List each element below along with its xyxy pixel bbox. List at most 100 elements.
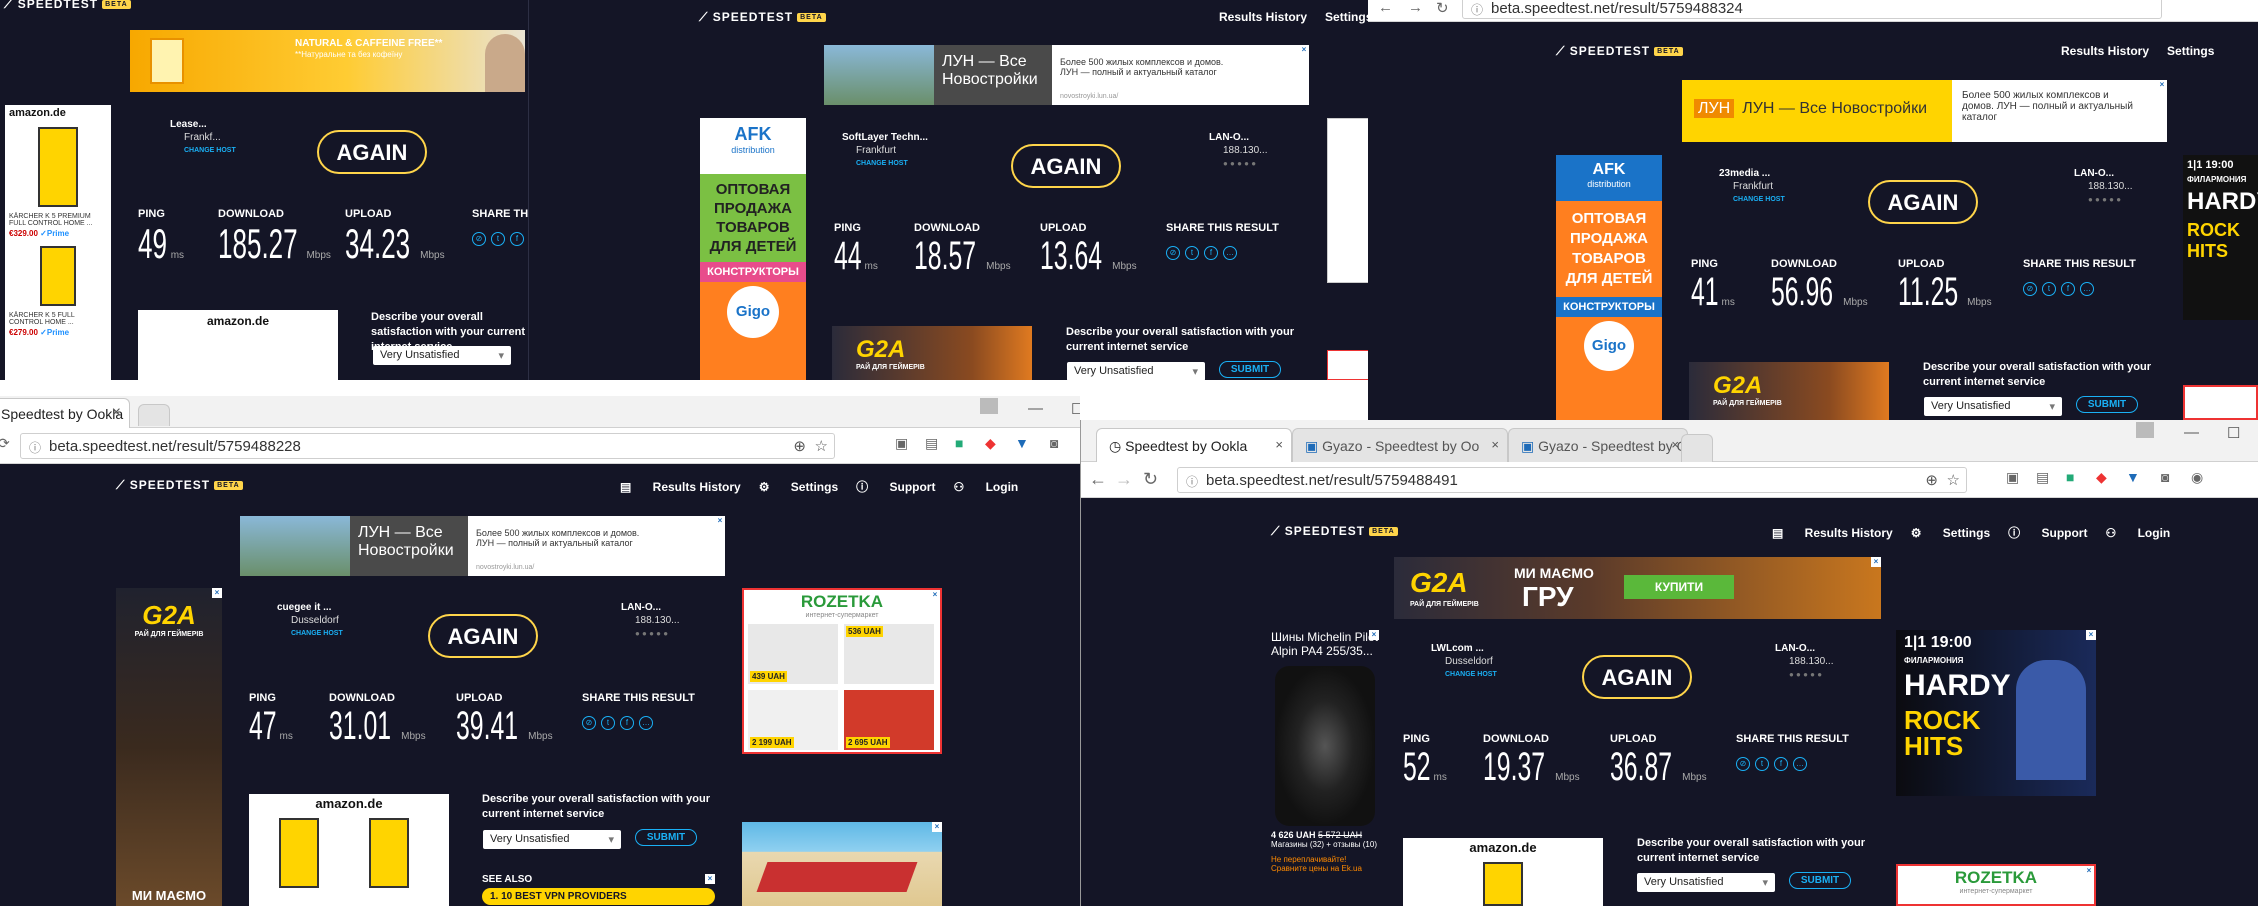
amazon-karcher-ad[interactable]: amazon.de [1403, 838, 1603, 906]
tab-close-icon[interactable]: × [112, 404, 121, 422]
satisfaction-select[interactable]: Very Unsatisfied ▾ [1924, 397, 2062, 416]
red-side-ad[interactable] [2183, 385, 2258, 420]
amazon-side-ad[interactable]: amazon.de KÄRCHER K 5 PREMIUM FULL CONTR… [5, 105, 111, 380]
amazon-bottom-ad[interactable]: amazon.de [138, 310, 338, 380]
facebook-icon[interactable]: f [620, 716, 634, 730]
settings-link[interactable]: ⚙ Settings [1911, 526, 1990, 540]
again-button[interactable]: AGAIN [1011, 144, 1121, 188]
buy-button[interactable]: КУПИТИ [1624, 575, 1734, 599]
reload-icon[interactable]: ↻ [1436, 0, 1449, 17]
mi-maemo-strip[interactable]: МИ МАЄМО [116, 888, 222, 906]
g2a-banner-ad[interactable]: G2A РАЙ ДЛЯ ГЕЙМЕРІВ МИ МАЄМО ГРУ КУПИТИ… [1394, 557, 1881, 619]
karcher-side-ad[interactable] [1327, 118, 1368, 283]
results-history-link[interactable]: ▤ Results History [1772, 526, 1893, 540]
change-host-link[interactable]: CHANGE HOST [1431, 668, 1497, 681]
tab-close-icon[interactable]: × [1491, 437, 1499, 452]
back-icon[interactable]: ← [1089, 469, 1107, 490]
extension-icon-5[interactable]: ▼ [2126, 469, 2140, 485]
twitter-icon[interactable]: t [2042, 282, 2056, 296]
settings-link[interactable]: Settings [1325, 10, 1368, 24]
ad-close-icon[interactable]: × [1299, 45, 1309, 55]
hardy-concert-ad[interactable]: 1|1 19:00 ФИЛАРМОНИЯ HARDY ROCK HITS [2183, 155, 2258, 320]
facebook-icon[interactable]: f [2061, 282, 2075, 296]
again-button[interactable]: AGAIN [1868, 180, 1978, 224]
speedtest-logo[interactable]: ⟋ SPEEDTEST BETA [699, 10, 826, 25]
change-host-link[interactable]: CHANGE HOST [842, 157, 928, 170]
bookmark-star-icon[interactable]: ☆ [815, 437, 828, 455]
again-button[interactable]: AGAIN [1582, 655, 1692, 699]
extension-icon-3[interactable]: ■ [2066, 469, 2074, 485]
link-icon[interactable]: ⊘ [1166, 246, 1180, 260]
lun-ad[interactable]: ЛУН ЛУН — Все Новостройки Более 500 жилых… [1682, 80, 2167, 142]
url-field[interactable]: ⓘ beta.speedtest.net/result/5759488324 [1462, 0, 2162, 19]
speedtest-logo[interactable]: ⟋ SPEEDTEST BETA [116, 478, 243, 493]
link-icon[interactable]: ⊘ [1736, 757, 1750, 771]
facebook-icon[interactable]: f [510, 232, 524, 246]
extension-icon-5[interactable]: ▼ [1015, 435, 1029, 451]
extension-icon-4[interactable]: ◆ [2096, 469, 2107, 486]
speedtest-logo[interactable]: ⟋ SPEEDTEST BETA [1556, 44, 1683, 59]
more-icon[interactable]: … [1793, 757, 1807, 771]
hardy-concert-ad[interactable]: 1|1 19:00 ФИЛАРМОНИЯ HARDY ROCK HITS × [1896, 630, 2096, 796]
tab-close-icon[interactable]: × [1671, 437, 1679, 452]
lun-ad[interactable]: ЛУН — Все Новостройки Более 500 жилых ко… [240, 516, 725, 576]
extension-icon-2[interactable]: ▤ [2036, 469, 2049, 486]
minimize-icon[interactable]: — [1028, 400, 1043, 417]
forward-icon[interactable]: → [1115, 469, 1133, 490]
support-link[interactable]: ⓘ Support [2008, 526, 2087, 540]
submit-button[interactable]: SUBMIT [635, 829, 697, 846]
results-history-link[interactable]: Results History [1219, 10, 1307, 24]
speedtest-logo[interactable]: ⟋ SPEEDTEST BETA [4, 0, 131, 12]
link-icon[interactable]: ⊘ [2023, 282, 2037, 296]
twitter-icon[interactable]: t [491, 232, 505, 246]
more-icon[interactable]: … [2080, 282, 2094, 296]
satisfaction-select[interactable]: Very Unsatisfied ▾ [1067, 362, 1205, 380]
change-host-link[interactable]: CHANGE HOST [277, 627, 343, 640]
extension-icon-2[interactable]: ▤ [925, 435, 938, 452]
camera-icon[interactable]: ◙ [1050, 435, 1058, 451]
submit-button[interactable]: SUBMIT [1219, 361, 1281, 378]
back-icon[interactable]: ← [1378, 0, 1393, 16]
settings-link[interactable]: Settings [2167, 44, 2214, 58]
results-history-link[interactable]: Results History [2061, 44, 2149, 58]
afk-ad[interactable]: AFK distribution ОПТОВАЯ ПРОДАЖА ТОВАРОВ … [700, 118, 806, 380]
forward-icon[interactable]: → [1408, 0, 1423, 16]
satisfaction-select[interactable]: Very Unsatisfied ▾ [483, 830, 621, 849]
ad-close-icon[interactable]: × [212, 588, 222, 598]
user-icon[interactable] [980, 398, 998, 414]
rozetka-ad[interactable]: ROZETKA интернет-супермаркет × [1896, 864, 2096, 906]
rating-stars[interactable]: ● ● ● ● ● [621, 627, 679, 640]
extension-icon-1[interactable]: ▣ [2006, 469, 2019, 486]
rating-stars[interactable]: ● ● ● ● ● [1775, 668, 1833, 681]
afk-ad[interactable]: AFK distribution ОПТОВАЯ ПРОДАЖА ТОВАРОВ … [1556, 155, 1662, 420]
ad-natural-banner[interactable]: NATURAL & CAFFEINE FREE** **Натуральне т… [130, 30, 525, 92]
g2a-side-ad[interactable]: G2A РАЙ ДЛЯ ГЕЙМЕРІВ × [116, 588, 222, 906]
white-side-ad[interactable] [1327, 350, 1368, 380]
camera-icon[interactable]: ◙ [2161, 469, 2169, 485]
g2a-ad[interactable]: G2A РАЙ ДЛЯ ГЕЙМЕРІВ [832, 326, 1032, 380]
rating-stars[interactable]: ● ● ● ● ● [1209, 157, 1267, 170]
minimize-icon[interactable]: — [2184, 424, 2199, 441]
extension-icon-1[interactable]: ▣ [895, 435, 908, 452]
more-icon[interactable]: … [1223, 246, 1237, 260]
url-field[interactable]: ⓘ beta.speedtest.net/result/5759488228 ⊕ ☆ [20, 433, 835, 459]
tab-close-icon[interactable]: × [1275, 437, 1283, 452]
support-link[interactable]: ⓘ Support [856, 480, 935, 494]
zoom-icon[interactable]: ⊕ [1925, 471, 1938, 489]
lun-ad[interactable]: ЛУН — Все Новостройки Более 500 жилых ко… [824, 45, 1309, 105]
ad-close-icon[interactable]: × [705, 874, 715, 884]
more-icon[interactable]: … [639, 716, 653, 730]
link-icon[interactable]: ⊘ [472, 232, 486, 246]
tire-ad[interactable]: Шины Michelin Pilot Alpin PA4 255/35... … [1271, 630, 1379, 906]
tab-speedtest[interactable]: Speedtest by Ookla × [0, 398, 130, 428]
user-icon[interactable] [2136, 422, 2154, 438]
login-link[interactable]: ⚇ Login [953, 480, 1018, 494]
extension-icon-4[interactable]: ◆ [985, 435, 996, 452]
satisfaction-select[interactable]: Very Unsatisfied ▾ [1637, 873, 1775, 892]
twitter-icon[interactable]: t [1185, 246, 1199, 260]
bookmark-star-icon[interactable]: ☆ [1947, 471, 1960, 489]
new-tab-button[interactable] [1681, 434, 1713, 462]
rozetka-ad[interactable]: ROZETKA интернет-супермаркет 439 UAH 536… [742, 588, 942, 754]
link-icon[interactable]: ⊘ [582, 716, 596, 730]
g2a-ad[interactable]: G2A РАЙ ДЛЯ ГЕЙМЕРІВ [1689, 362, 1889, 420]
